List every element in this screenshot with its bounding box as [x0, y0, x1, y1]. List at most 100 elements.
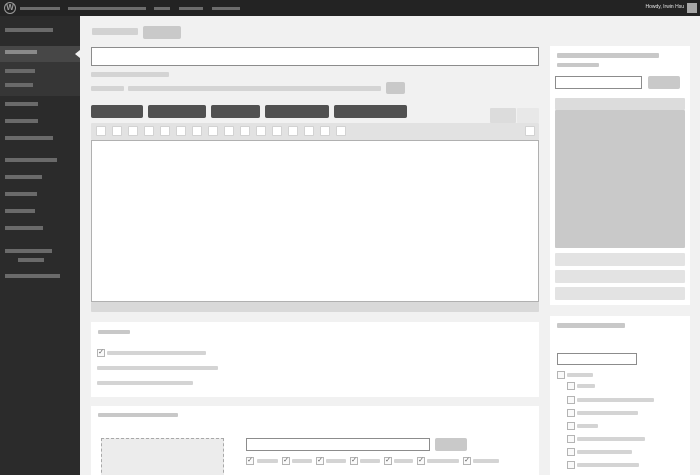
editor-status-bar — [91, 302, 539, 312]
link-icon[interactable] — [240, 126, 250, 136]
gallery-button[interactable] — [265, 105, 329, 118]
wordpress-logo-icon[interactable]: W — [4, 2, 16, 14]
checkmark-icon[interactable]: ✓ — [417, 457, 425, 465]
sidebar-item-current[interactable] — [0, 46, 80, 62]
list-item[interactable] — [555, 253, 685, 266]
spellcheck-icon[interactable] — [288, 126, 298, 136]
admin-sidebar — [0, 16, 80, 475]
upload-button[interactable] — [148, 105, 206, 118]
checkbox-label — [394, 459, 413, 463]
category-checkbox[interactable] — [567, 435, 575, 443]
metabox-publish — [550, 46, 690, 305]
metabox-title — [98, 330, 130, 334]
category-checkbox[interactable] — [567, 422, 575, 430]
add-field-button[interactable] — [435, 438, 467, 451]
category-label — [577, 437, 645, 441]
post-title-input[interactable] — [91, 47, 539, 66]
category-checkbox[interactable] — [567, 409, 575, 417]
image-drop-zone[interactable] — [101, 438, 224, 475]
more-tag-icon[interactable] — [272, 126, 282, 136]
category-label — [577, 463, 639, 467]
align-center-icon[interactable] — [208, 126, 218, 136]
search-input[interactable] — [555, 76, 642, 89]
blockquote-icon[interactable] — [176, 126, 186, 136]
editor-expand-icon[interactable] — [525, 126, 535, 136]
permalink-url[interactable] — [128, 86, 381, 91]
checkbox-label — [427, 459, 459, 463]
admin-bar-greeting[interactable]: Howdy, Irwin Hsu — [645, 3, 684, 12]
align-left-icon[interactable] — [192, 126, 202, 136]
metabox-title — [98, 413, 178, 417]
checkmark-icon[interactable]: ✓ — [282, 457, 290, 465]
category-checkbox[interactable] — [567, 382, 575, 390]
category-label — [577, 411, 638, 415]
list-item[interactable] — [555, 287, 685, 300]
insert-button[interactable] — [211, 105, 260, 118]
checkmark-icon[interactable]: ✓ — [316, 457, 324, 465]
category-checkbox[interactable] — [557, 371, 565, 379]
category-label — [567, 373, 593, 377]
page-title — [92, 28, 138, 35]
metabox-custom-fields: ✓ ✓ ✓ ✓ ✓ ✓ ✓ — [91, 406, 539, 475]
category-label — [577, 384, 595, 388]
edit-permalink-button[interactable] — [386, 82, 405, 94]
admin-bar-updates[interactable] — [68, 7, 146, 10]
checkmark-icon[interactable]: ✓ — [97, 349, 105, 357]
option-label — [97, 366, 218, 370]
metabox-categories — [550, 316, 690, 475]
form-button[interactable] — [334, 105, 407, 118]
checkbox-label — [326, 459, 346, 463]
permalink-label — [91, 72, 169, 77]
tab-visual[interactable] — [490, 108, 516, 123]
category-checkbox[interactable] — [567, 461, 575, 469]
metabox-discussion: ✓ — [91, 322, 539, 397]
help-icon[interactable] — [336, 126, 346, 136]
permalink-prefix — [91, 86, 124, 91]
checkbox-label — [473, 459, 499, 463]
list-item[interactable] — [555, 270, 685, 283]
field-input[interactable] — [246, 438, 430, 451]
category-label — [577, 398, 654, 402]
checkmark-icon[interactable]: ✓ — [350, 457, 358, 465]
list-header — [555, 98, 685, 110]
align-right-icon[interactable] — [224, 126, 234, 136]
admin-bar-edit[interactable] — [212, 7, 240, 10]
category-checkbox[interactable] — [567, 396, 575, 404]
admin-bar-new[interactable] — [179, 7, 203, 10]
metabox-title — [557, 323, 625, 328]
category-label — [577, 450, 632, 454]
add-new-button[interactable] — [143, 26, 181, 39]
checkmark-icon[interactable]: ✓ — [384, 457, 392, 465]
tab-text[interactable] — [517, 108, 539, 123]
strikethrough-icon[interactable] — [128, 126, 138, 136]
fullscreen-icon[interactable] — [304, 126, 314, 136]
metabox-title — [557, 53, 659, 58]
metabox-subtitle — [557, 63, 599, 67]
checkmark-icon[interactable]: ✓ — [246, 457, 254, 465]
checkbox-label — [257, 459, 278, 463]
editor-toolbar — [91, 123, 539, 140]
admin-bar-site-name[interactable] — [20, 7, 60, 10]
checkbox-label — [292, 459, 312, 463]
numbered-list-icon[interactable] — [160, 126, 170, 136]
unlink-icon[interactable] — [256, 126, 266, 136]
category-label — [577, 424, 598, 428]
kitchen-sink-icon[interactable] — [320, 126, 330, 136]
category-checkbox[interactable] — [567, 448, 575, 456]
sidebar-submenu — [0, 62, 80, 96]
admin-bar-comments[interactable] — [154, 7, 170, 10]
italic-icon[interactable] — [112, 126, 122, 136]
bold-icon[interactable] — [96, 126, 106, 136]
checkbox-label — [360, 459, 380, 463]
option-label — [97, 381, 193, 385]
bullet-list-icon[interactable] — [144, 126, 154, 136]
post-content-editor[interactable] — [91, 140, 539, 302]
category-search-input[interactable] — [557, 353, 637, 365]
checkbox-label — [107, 351, 206, 355]
checkmark-icon[interactable]: ✓ — [463, 457, 471, 465]
search-button[interactable] — [648, 76, 680, 89]
admin-bar: W Howdy, Irwin Hsu — [0, 0, 700, 16]
add-media-button[interactable] — [91, 105, 143, 118]
preview-area — [555, 110, 685, 248]
user-avatar-icon[interactable] — [687, 3, 697, 13]
